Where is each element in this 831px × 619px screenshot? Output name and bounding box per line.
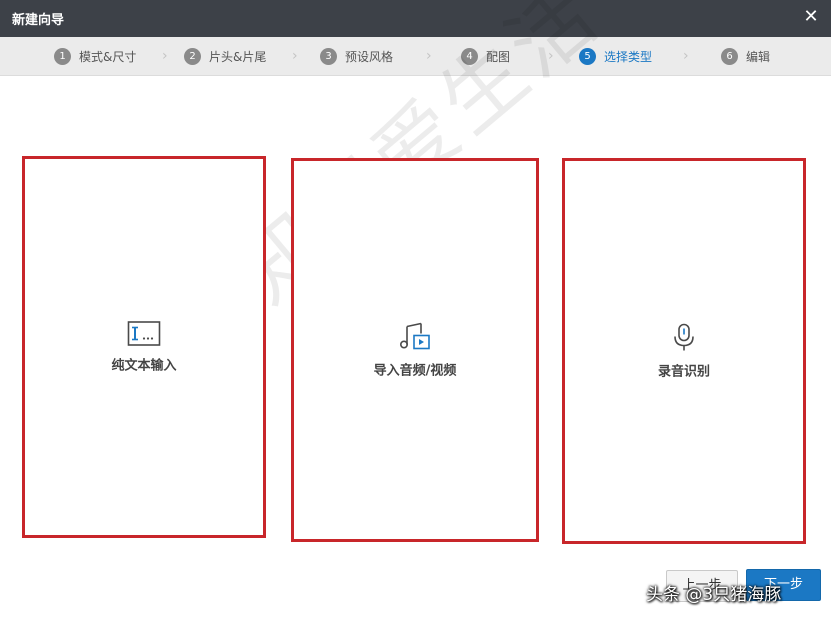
card-import-audio-video[interactable]: 导入音频/视频 xyxy=(291,158,539,542)
step-mode-size[interactable]: 1 模式&尺寸 xyxy=(54,37,136,75)
step-number: 1 xyxy=(54,47,71,65)
step-number: 2 xyxy=(184,47,201,65)
step-select-type[interactable]: 5 选择类型 xyxy=(579,37,652,75)
step-label: 选择类型 xyxy=(604,49,653,64)
card-voice-recognition[interactable]: 录音识别 xyxy=(562,158,806,544)
previous-step-button[interactable]: 上一步 xyxy=(666,570,738,602)
chevron-right-icon: › xyxy=(548,48,554,64)
close-icon[interactable]: ✕ xyxy=(801,6,821,28)
next-step-button[interactable]: 下一步 xyxy=(746,569,821,601)
step-images[interactable]: 4 配图 xyxy=(461,37,510,75)
card-label: 纯文本输入 xyxy=(111,358,177,374)
chevron-right-icon: › xyxy=(292,48,298,64)
chevron-right-icon: › xyxy=(683,48,689,64)
step-label: 配图 xyxy=(486,49,511,64)
chevron-right-icon: › xyxy=(162,48,168,64)
step-intro-outro[interactable]: 2 片头&片尾 xyxy=(184,37,266,75)
chevron-right-icon: › xyxy=(426,48,432,64)
step-number: 3 xyxy=(320,47,337,65)
text-input-icon xyxy=(127,321,161,346)
step-number: 6 xyxy=(721,47,738,65)
step-label: 模式&尺寸 xyxy=(79,49,137,64)
card-label: 录音识别 xyxy=(657,364,710,380)
step-preset-style[interactable]: 3 预设风格 xyxy=(320,37,393,75)
step-label: 预设风格 xyxy=(345,49,394,64)
window-title: 新建向导 xyxy=(12,13,65,28)
card-label: 导入音频/视频 xyxy=(373,363,457,379)
title-bar: 新建向导 ✕ xyxy=(0,0,831,37)
step-number: 5 xyxy=(579,47,596,65)
step-edit[interactable]: 6 编辑 xyxy=(721,37,770,75)
step-label: 编辑 xyxy=(746,49,771,64)
wizard-steps: 1 模式&尺寸 › 2 片头&片尾 › 3 预设风格 › 4 配图 › 5 选择… xyxy=(0,37,831,76)
audio-video-import-icon xyxy=(399,322,430,350)
step-number: 4 xyxy=(461,47,478,65)
card-plain-text-input[interactable]: 纯文本输入 xyxy=(22,156,266,538)
step-label: 片头&片尾 xyxy=(209,49,267,64)
microphone-icon xyxy=(674,323,694,351)
